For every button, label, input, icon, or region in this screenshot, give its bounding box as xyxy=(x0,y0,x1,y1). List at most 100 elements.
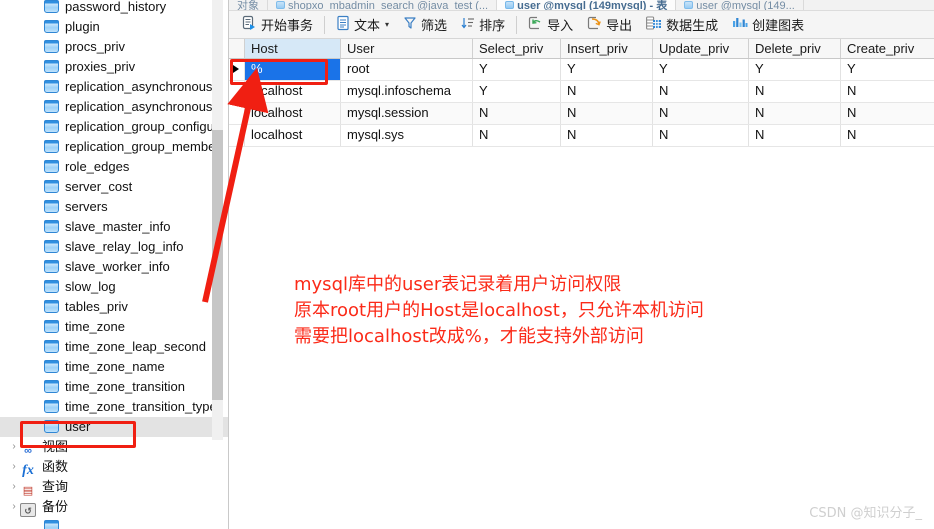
tree-item-table[interactable]: role_edges xyxy=(0,157,228,177)
table-cell[interactable]: N xyxy=(473,103,561,124)
row-marker[interactable] xyxy=(229,125,245,146)
table-row[interactable]: % root Y Y Y Y Y xyxy=(229,59,934,81)
tree-group-function[interactable]: › fx 函数 xyxy=(0,457,228,478)
tree-item-table[interactable]: replication_group_configu xyxy=(0,117,228,137)
tree-item-table[interactable]: slow_log xyxy=(0,277,228,297)
tree-group-backup[interactable]: › ↺ 备份 xyxy=(0,497,228,517)
table-cell[interactable]: N xyxy=(749,103,841,124)
import-button[interactable]: 导入 xyxy=(521,13,580,37)
grid-header-row: Host User Select_priv Insert_priv Update_pri… xyxy=(229,39,934,59)
chevron-right-icon[interactable]: › xyxy=(8,437,20,457)
tree-item-table[interactable]: time_zone xyxy=(0,317,228,337)
table-cell[interactable]: Y xyxy=(561,59,653,80)
table-row[interactable]: localhost mysql.sys N N N N N xyxy=(229,125,934,147)
tree-item-table[interactable]: slave_master_info xyxy=(0,217,228,237)
editor-tabstrip[interactable]: 对象 shopxo_mbadmin_search @java_test (...… xyxy=(229,0,934,11)
table-cell[interactable]: Y xyxy=(841,59,934,80)
table-icon xyxy=(505,1,515,9)
table-cell[interactable]: N xyxy=(653,103,749,124)
row-marker-header xyxy=(229,39,245,58)
annotation-line-2: 原本root用户的Host是localhost，只允许本机访问 xyxy=(294,300,704,321)
text-button[interactable]: 文本 ▾ xyxy=(329,13,396,37)
tab-label: shopxo_mbadmin_search @java_test (... xyxy=(288,0,489,11)
tree-item-table[interactable]: plugin xyxy=(0,17,228,37)
column-header[interactable]: Select_priv xyxy=(473,39,561,58)
text-icon xyxy=(336,15,350,34)
tree-item-table[interactable]: replication_group_membe xyxy=(0,137,228,157)
table-toolbar[interactable]: 开始事务 文本 ▾ 筛选 排序 导入 导出 数据生成 创建图表 xyxy=(229,11,934,39)
tree-item-table[interactable]: slave_worker_info xyxy=(0,257,228,277)
tree-item-table[interactable]: replication_asynchronous_ xyxy=(0,77,228,97)
table-cell[interactable]: N xyxy=(653,125,749,146)
object-tree[interactable]: password_history plugin procs_priv proxies_… xyxy=(0,0,228,529)
tree-item-label: procs_priv xyxy=(65,39,125,54)
tab-label: 对象 xyxy=(237,0,259,11)
table-cell[interactable]: mysql.sys xyxy=(341,125,473,146)
chevron-down-icon[interactable]: ▾ xyxy=(385,20,389,29)
table-icon xyxy=(44,300,59,313)
column-header[interactable]: Insert_priv xyxy=(561,39,653,58)
table-cell[interactable]: Y xyxy=(473,81,561,102)
result-grid[interactable]: Host User Select_priv Insert_priv Update_pri… xyxy=(229,39,934,147)
table-cell[interactable]: N xyxy=(653,81,749,102)
table-cell[interactable]: localhost xyxy=(245,125,341,146)
tab-user-mysql[interactable]: user @mysql (149mysql) - 表 xyxy=(497,0,677,10)
table-cell[interactable]: N xyxy=(473,125,561,146)
tab-user-mysql-2[interactable]: user @mysql (149... xyxy=(676,0,804,10)
table-cell[interactable]: N xyxy=(749,125,841,146)
table-cell[interactable]: mysql.session xyxy=(341,103,473,124)
column-header[interactable]: Create_priv xyxy=(841,39,934,58)
create-chart-button[interactable]: 创建图表 xyxy=(725,13,811,37)
column-header[interactable]: User xyxy=(341,39,473,58)
tree-item-table[interactable]: time_zone_transition xyxy=(0,377,228,397)
chevron-right-icon[interactable]: › xyxy=(8,457,20,477)
table-cell[interactable]: root xyxy=(341,59,473,80)
table-icon xyxy=(44,400,59,413)
tree-item-table[interactable]: servers xyxy=(0,197,228,217)
tree-item-table[interactable]: proxies_priv xyxy=(0,57,228,77)
chevron-right-icon[interactable]: › xyxy=(8,497,20,517)
tab-objects[interactable]: 对象 xyxy=(229,0,268,11)
chevron-right-icon[interactable]: › xyxy=(8,477,20,497)
filter-button[interactable]: 筛选 xyxy=(396,13,454,37)
tree-group-query[interactable]: › ▤ 查询 xyxy=(0,477,228,497)
table-icon xyxy=(44,20,59,33)
table-cell[interactable]: mysql.infoschema xyxy=(341,81,473,102)
table-cell[interactable]: Y xyxy=(473,59,561,80)
tree-item-table[interactable]: procs_priv xyxy=(0,37,228,57)
export-button[interactable]: 导出 xyxy=(580,13,639,37)
table-row[interactable]: localhost mysql.infoschema Y N N N N xyxy=(229,81,934,103)
sidebar-scrollbar-thumb[interactable] xyxy=(212,130,223,400)
table-cell[interactable]: N xyxy=(561,103,653,124)
table-cell[interactable]: N xyxy=(841,103,934,124)
table-row[interactable]: localhost mysql.session N N N N N xyxy=(229,103,934,125)
tree-item-table[interactable]: replication_asynchronous_ xyxy=(0,97,228,117)
tree-item-table[interactable]: password_history xyxy=(0,0,228,17)
table-cell[interactable]: N xyxy=(561,81,653,102)
table-cell[interactable]: N xyxy=(561,125,653,146)
tree-item-table[interactable]: time_zone_name xyxy=(0,357,228,377)
column-header[interactable]: Host xyxy=(245,39,341,58)
table-cell[interactable]: N xyxy=(841,81,934,102)
column-header[interactable]: Update_priv xyxy=(653,39,749,58)
tree-item-table[interactable]: slave_relay_log_info xyxy=(0,237,228,257)
tree-item-table[interactable]: time_zone_transition_type xyxy=(0,397,228,417)
tree-item-table[interactable]: tables_priv xyxy=(0,297,228,317)
row-marker[interactable] xyxy=(229,103,245,124)
begin-transaction-button[interactable]: 开始事务 xyxy=(235,13,320,37)
column-header[interactable]: Delete_priv xyxy=(749,39,841,58)
database-tree-sidebar[interactable]: password_history plugin procs_priv proxies_… xyxy=(0,0,229,529)
tree-item-partial[interactable] xyxy=(0,517,228,529)
data-generation-button[interactable]: 数据生成 xyxy=(639,13,725,37)
table-cell[interactable]: localhost xyxy=(245,103,341,124)
tree-item-table[interactable]: time_zone_leap_second xyxy=(0,337,228,357)
tree-item-label: time_zone_name xyxy=(65,359,165,374)
tree-item-label: servers xyxy=(65,199,108,214)
table-cell[interactable]: N xyxy=(841,125,934,146)
table-cell[interactable]: Y xyxy=(653,59,749,80)
tab-shopxo[interactable]: shopxo_mbadmin_search @java_test (... xyxy=(268,0,498,11)
table-cell[interactable]: Y xyxy=(749,59,841,80)
sort-button[interactable]: 排序 xyxy=(454,13,512,37)
table-cell[interactable]: N xyxy=(749,81,841,102)
tree-item-table[interactable]: server_cost xyxy=(0,177,228,197)
